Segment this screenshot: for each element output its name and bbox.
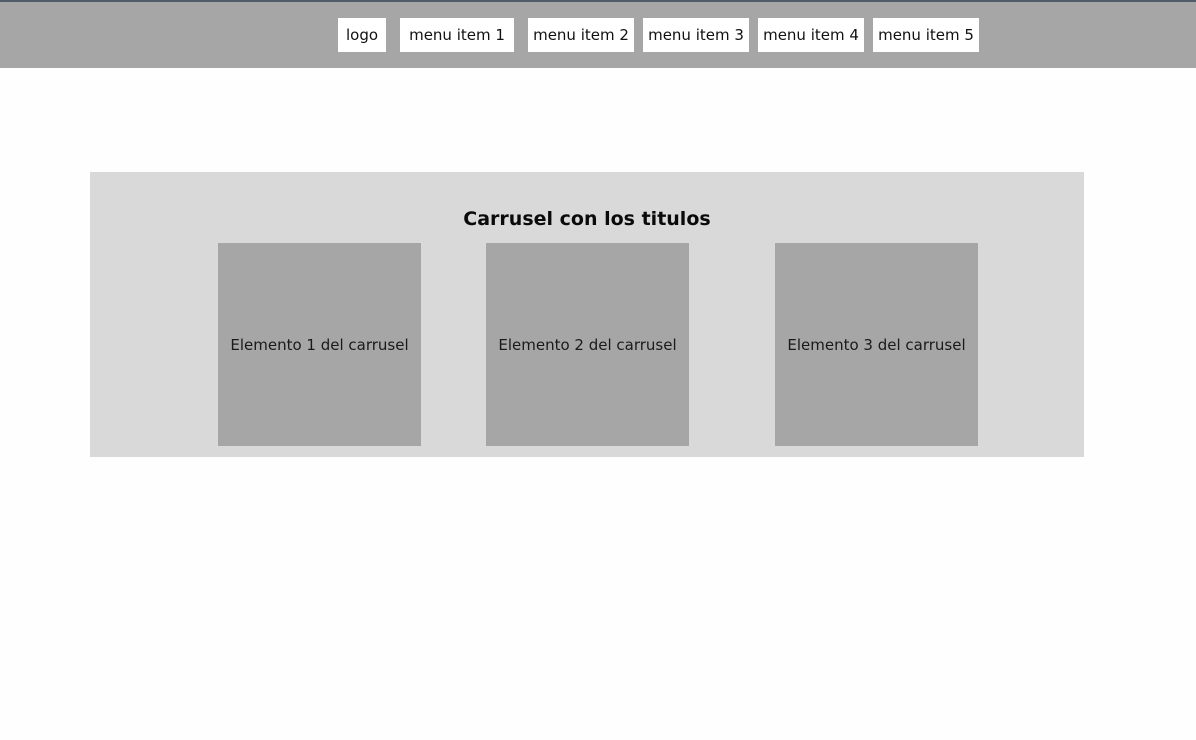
carousel-slide-3[interactable]: Elemento 3 del carrusel xyxy=(775,243,978,446)
carousel-slide-label: Elemento 2 del carrusel xyxy=(498,335,677,354)
nav-menu-item-5[interactable]: menu item 5 xyxy=(873,18,979,52)
nav-menu-item-4[interactable]: menu item 4 xyxy=(758,18,864,52)
site-header: logo menu item 1 menu item 2 menu item 3… xyxy=(0,2,1196,68)
carousel: Carrusel con los titulos Elemento 1 del … xyxy=(90,172,1084,457)
logo[interactable]: logo xyxy=(338,18,386,52)
carousel-title: Carrusel con los titulos xyxy=(463,208,711,230)
carousel-slide-2[interactable]: Elemento 2 del carrusel xyxy=(486,243,689,446)
carousel-slide-1[interactable]: Elemento 1 del carrusel xyxy=(218,243,421,446)
nav-menu-item-1[interactable]: menu item 1 xyxy=(400,18,514,52)
carousel-slide-label: Elemento 3 del carrusel xyxy=(787,335,966,354)
carousel-slide-label: Elemento 1 del carrusel xyxy=(230,335,409,354)
nav-menu-item-2[interactable]: menu item 2 xyxy=(528,18,634,52)
nav-menu-item-3[interactable]: menu item 3 xyxy=(643,18,749,52)
